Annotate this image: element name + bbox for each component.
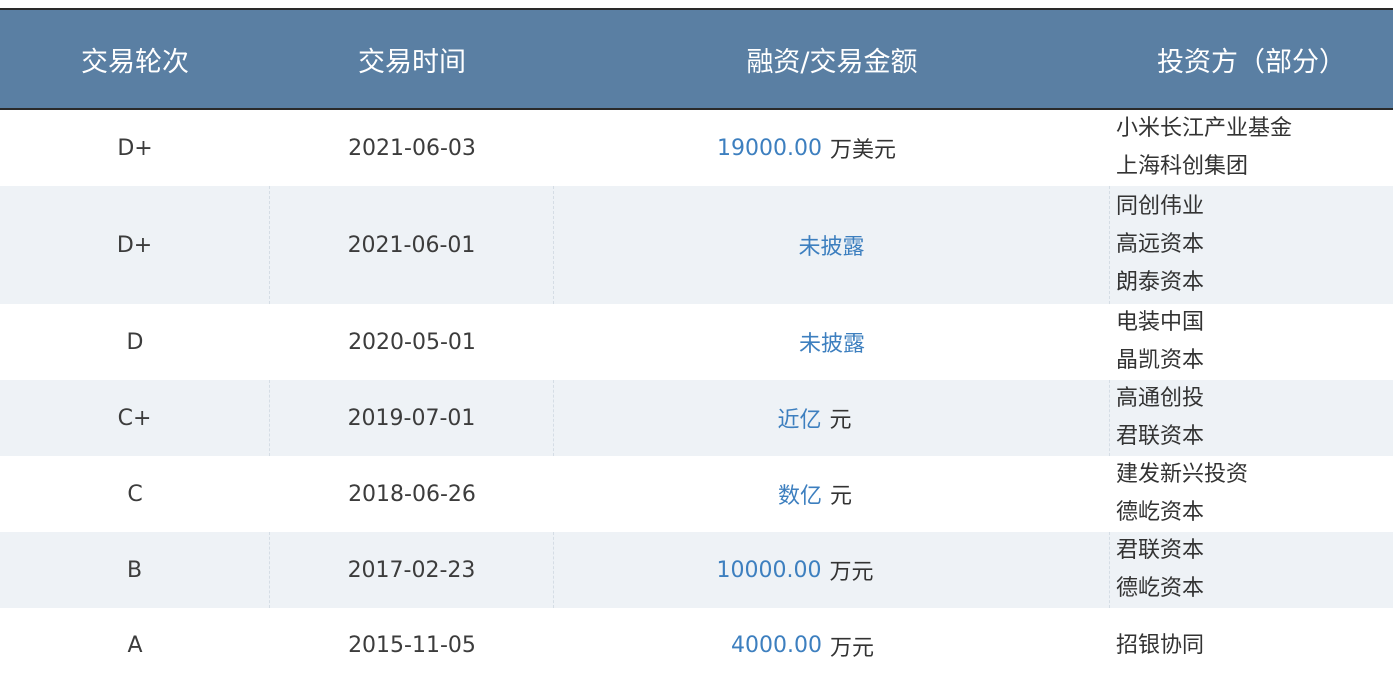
- round-cell: B: [0, 532, 270, 608]
- investor-name: 高通创投: [1116, 386, 1205, 411]
- table-row: D+ 2021-06-03 19000.00 万美元 小米长江产业基金 上海科创…: [0, 110, 1393, 186]
- date-cell: 2017-02-23: [270, 532, 554, 608]
- table-row: B 2017-02-23 10000.00 万元 君联资本 德屹资本: [0, 532, 1393, 608]
- amount-value: 数亿: [777, 484, 822, 509]
- table-row: C 2018-06-26 数亿 元 建发新兴投资 德屹资本: [0, 456, 1393, 532]
- amount-value: 4000.00: [731, 633, 822, 658]
- table-row: D 2020-05-01 未披露 电装中国 晶凯资本: [0, 304, 1393, 380]
- investor-name: 晶凯资本: [1116, 348, 1205, 373]
- financing-table: 交易轮次 交易时间 融资/交易金额 投资方（部分） D+ 2021-06-03 …: [0, 8, 1393, 683]
- header-amount: 融资/交易金额: [746, 46, 918, 78]
- header-date: 交易时间: [358, 46, 466, 78]
- amount-value: 近亿: [777, 408, 822, 433]
- table-row: C+ 2019-07-01 近亿 元 高通创投 君联资本: [0, 380, 1393, 456]
- table-row: A 2015-11-05 4000.00 万元 招银协同: [0, 608, 1393, 683]
- amount-unit: 万元: [830, 635, 875, 661]
- amount-unit: 万元: [829, 560, 874, 585]
- round-cell: C+: [0, 380, 270, 456]
- investor-name: 上海科创集团: [1116, 154, 1249, 179]
- amount-value: 19000.00: [717, 135, 822, 161]
- investors-cell: 同创伟业 高远资本 朗泰资本: [1116, 186, 1393, 304]
- date-cell: 2019-07-01: [270, 380, 554, 456]
- amount-value: 未披露: [798, 332, 865, 357]
- amount-cell: 未披露: [554, 186, 1110, 304]
- investor-name: 小米长江产业基金: [1116, 116, 1293, 141]
- investors-cell: 电装中国 晶凯资本: [1116, 304, 1393, 380]
- date-cell: 2015-11-05: [348, 633, 476, 658]
- investors-cell: 君联资本 德屹资本: [1116, 532, 1393, 608]
- investor-name: 招银协同: [1116, 632, 1205, 658]
- investors-cell: 建发新兴投资 德屹资本: [1116, 456, 1393, 532]
- round-cell: C: [127, 481, 143, 507]
- amount-cell: 10000.00 万元: [554, 532, 1110, 608]
- investor-name: 德屹资本: [1116, 576, 1205, 601]
- amount-unit: 元: [829, 408, 852, 433]
- investor-name: 高远资本: [1116, 232, 1205, 257]
- round-cell: A: [127, 633, 143, 658]
- investor-name: 德屹资本: [1116, 500, 1205, 525]
- investor-name: 同创伟业: [1116, 194, 1205, 219]
- investor-name: 君联资本: [1116, 538, 1205, 563]
- investors-cell: 招银协同: [1116, 608, 1393, 683]
- amount-value: 未披露: [798, 235, 865, 260]
- date-cell: 2020-05-01: [348, 329, 476, 355]
- amount-cell: 4000.00 万元: [554, 608, 1110, 683]
- amount-cell: 未披露: [554, 304, 1110, 380]
- amount-cell: 近亿 元: [554, 380, 1110, 456]
- round-cell: D+: [117, 135, 153, 161]
- amount-unit: 万美元: [830, 138, 897, 163]
- table-row: D+ 2021-06-01 未披露 同创伟业 高远资本 朗泰资本: [0, 186, 1393, 304]
- date-cell: 2018-06-26: [348, 481, 476, 507]
- investors-cell: 高通创投 君联资本: [1116, 380, 1393, 456]
- amount-unit: 元: [830, 484, 853, 509]
- investor-name: 电装中国: [1116, 310, 1205, 335]
- amount-value: 10000.00: [716, 557, 822, 583]
- round-cell: D: [126, 329, 144, 355]
- header-round: 交易轮次: [81, 46, 189, 78]
- amount-cell: 19000.00 万美元: [554, 110, 1110, 186]
- investor-name: 建发新兴投资: [1116, 462, 1249, 487]
- round-cell: D+: [0, 186, 270, 304]
- date-cell: 2021-06-01: [270, 186, 554, 304]
- date-cell: 2021-06-03: [348, 135, 476, 161]
- header-investors: 投资方（部分）: [1157, 46, 1346, 78]
- investor-name: 君联资本: [1116, 424, 1205, 449]
- investor-name: 朗泰资本: [1116, 270, 1205, 295]
- table-header: 交易轮次 交易时间 融资/交易金额 投资方（部分）: [0, 8, 1393, 110]
- amount-cell: 数亿 元: [554, 456, 1110, 532]
- investors-cell: 小米长江产业基金 上海科创集团: [1116, 110, 1393, 186]
